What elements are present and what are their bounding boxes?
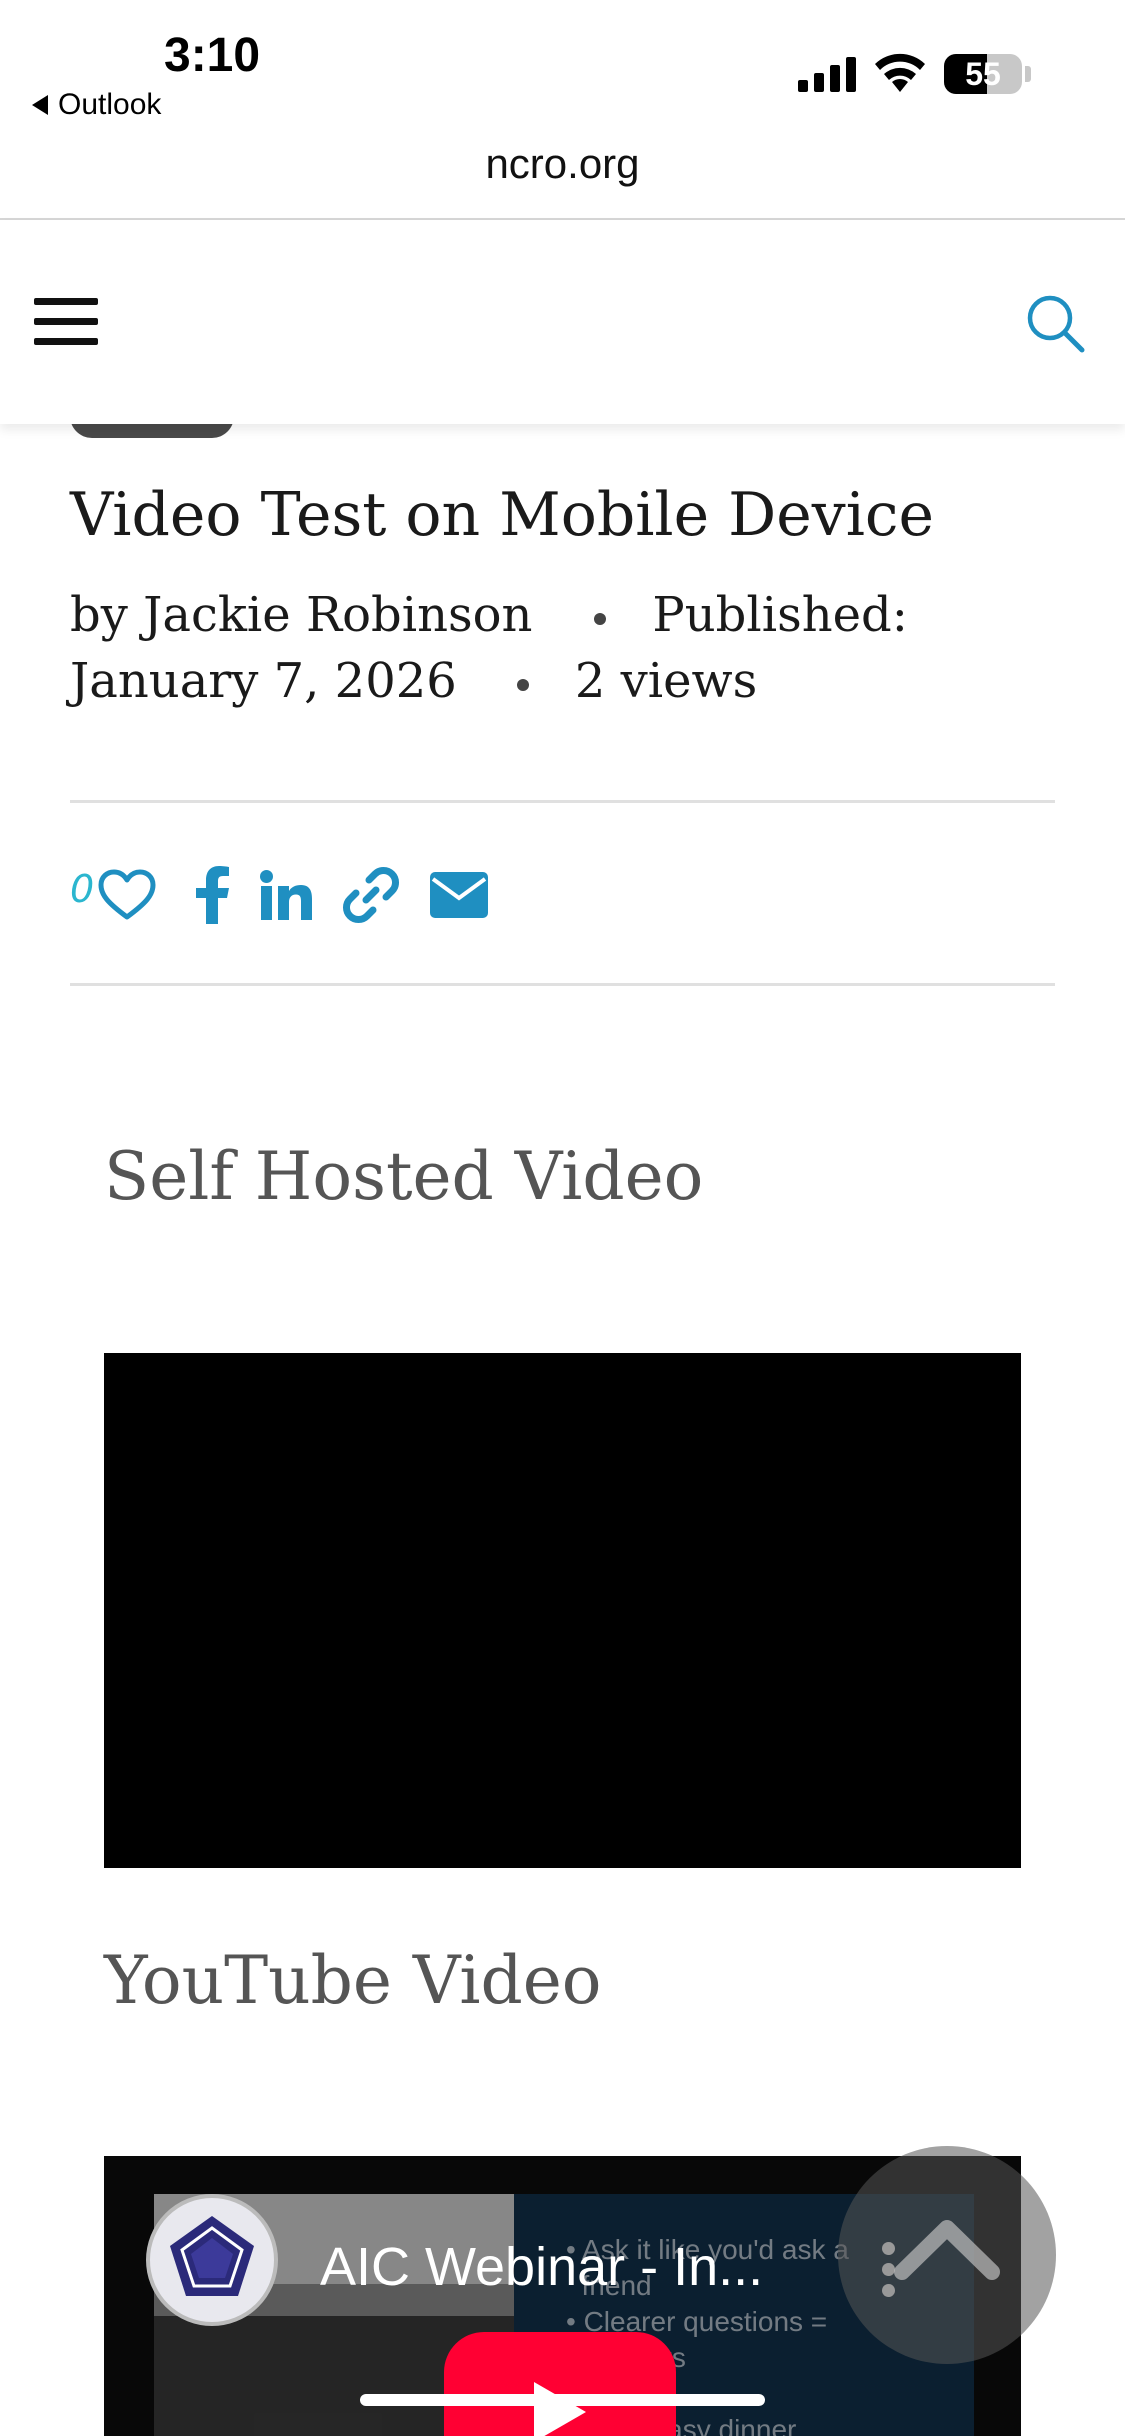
chevron-up-icon — [894, 2220, 1000, 2280]
back-to-app-button[interactable]: Outlook — [32, 88, 161, 122]
linkedin-icon — [260, 870, 313, 920]
clock: 3:10 — [164, 29, 261, 82]
copy-link-button[interactable] — [342, 866, 400, 928]
hamburger-icon — [34, 298, 98, 305]
back-arrow-icon — [32, 95, 48, 115]
heart-icon — [98, 869, 156, 920]
site-header — [0, 220, 1125, 424]
email-icon — [430, 872, 489, 918]
self-hosted-heading: Self Hosted Video — [104, 1138, 704, 1215]
status-bar: 3:10 Outlook 55 ncro.org — [0, 0, 1125, 187]
share-bar: 0 — [70, 864, 518, 930]
meta-separator — [516, 678, 529, 691]
cellular-signal-icon — [798, 56, 856, 92]
like-count: 0 — [70, 867, 95, 911]
like-button[interactable] — [98, 869, 156, 925]
published-label: Published: — [652, 587, 908, 643]
meta-separator — [594, 612, 607, 625]
article-meta: by Jackie Robinson Published: January 7, … — [70, 582, 1070, 714]
youtube-heading: YouTube Video — [104, 1942, 602, 2019]
share-email-button[interactable] — [430, 872, 489, 922]
self-hosted-video-player[interactable] — [104, 1353, 1021, 1868]
link-icon — [343, 867, 400, 923]
battery-level: 55 — [965, 56, 1001, 92]
youtube-play-button[interactable] — [444, 2332, 676, 2436]
share-linkedin-button[interactable] — [260, 870, 313, 924]
back-app-label: Outlook — [58, 88, 162, 121]
search-icon[interactable] — [1024, 292, 1088, 356]
scroll-to-top-button[interactable] — [838, 2146, 1056, 2364]
article-title: Video Test on Mobile Device — [70, 480, 934, 550]
play-icon — [534, 2382, 586, 2436]
pentagon-logo-icon — [170, 2216, 254, 2296]
share-divider-bottom — [70, 983, 1055, 986]
address-bar-url[interactable]: ncro.org — [0, 140, 1125, 188]
home-indicator — [360, 2394, 765, 2406]
share-facebook-button[interactable] — [194, 866, 230, 928]
share-divider-top — [70, 800, 1055, 803]
battery-tip — [1025, 66, 1031, 82]
facebook-icon — [196, 866, 230, 924]
menu-button[interactable] — [34, 298, 98, 346]
battery-icon: 55 — [944, 54, 1022, 94]
view-count: 2 views — [574, 653, 758, 709]
wifi-icon — [875, 53, 925, 92]
byline: by Jackie Robinson — [70, 587, 533, 643]
youtube-video-title[interactable]: AIC Webinar - In... — [320, 2236, 763, 2298]
published-date: January 7, 2026 — [70, 653, 457, 709]
channel-avatar[interactable] — [146, 2194, 278, 2326]
